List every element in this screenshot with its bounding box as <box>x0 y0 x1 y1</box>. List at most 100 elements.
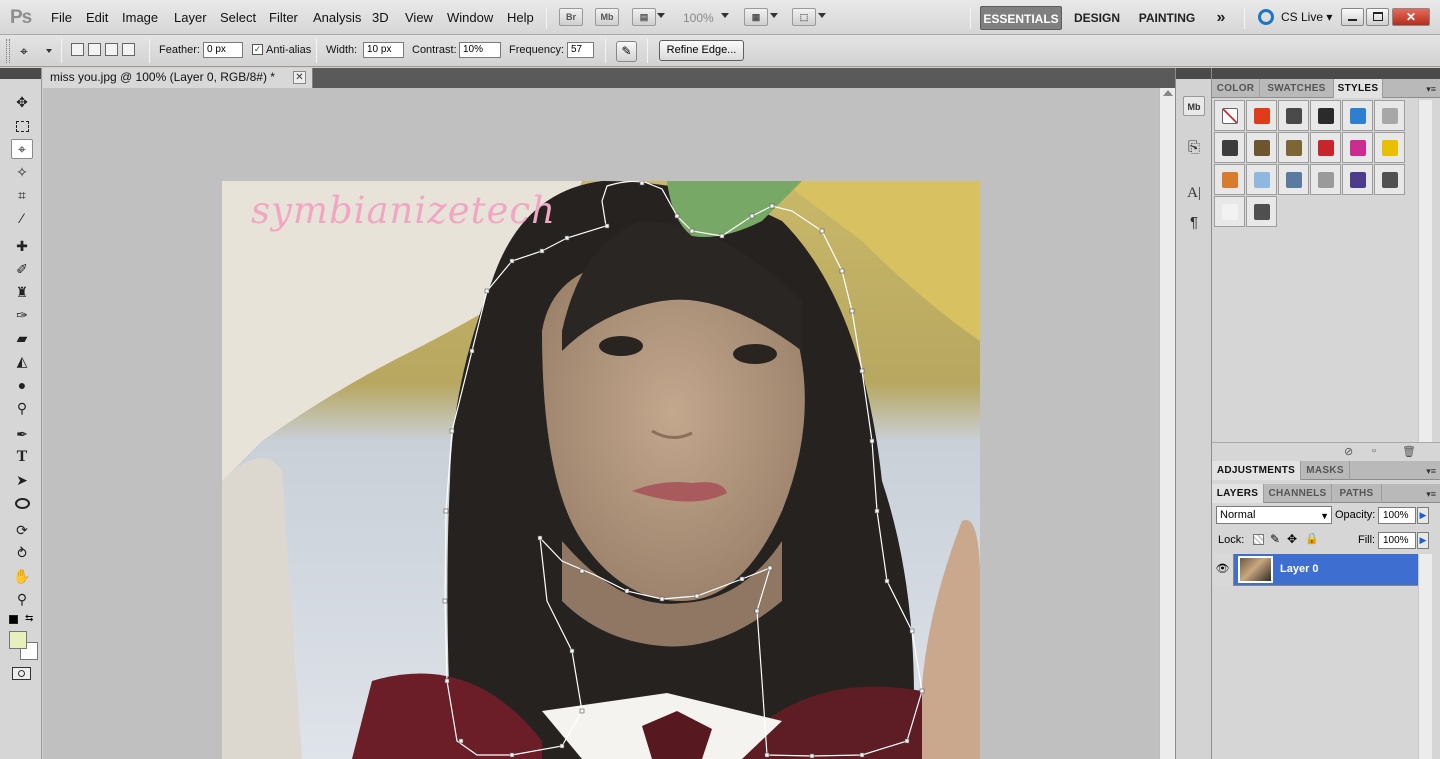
extras-icon[interactable]: ▤ <box>632 8 656 26</box>
image-canvas[interactable]: symbianizetech <box>222 181 980 759</box>
menu-file[interactable]: File <box>51 10 72 25</box>
vertical-scrollbar[interactable] <box>1159 88 1175 759</box>
history-brush-icon[interactable]: ✑ <box>11 305 33 325</box>
subtract-from-selection-icon[interactable] <box>105 43 118 56</box>
style-swatch[interactable] <box>1214 132 1245 163</box>
menu-window[interactable]: Window <box>447 10 493 25</box>
chevron-down-icon[interactable] <box>721 13 729 18</box>
restore-button[interactable] <box>1366 8 1389 26</box>
lock-transparency-icon[interactable] <box>1253 534 1264 545</box>
tab-adjustments[interactable]: ADJUSTMENTS <box>1212 461 1301 480</box>
options-grip[interactable] <box>6 39 10 63</box>
panel-menu-icon[interactable]: ▾≡ <box>1426 466 1436 477</box>
crop-icon[interactable]: ⌗ <box>11 185 33 205</box>
style-swatch[interactable] <box>1342 132 1373 163</box>
tab-color[interactable]: COLOR <box>1212 79 1260 98</box>
workspace-essentials[interactable]: ESSENTIALS <box>980 6 1062 30</box>
close-window-button[interactable]: ✕ <box>1392 8 1430 26</box>
style-swatch[interactable] <box>1278 100 1309 131</box>
visibility-eye-icon[interactable]: 👁 <box>1212 554 1234 586</box>
menu-view[interactable]: View <box>405 10 433 25</box>
style-swatch[interactable] <box>1214 196 1245 227</box>
style-swatch[interactable] <box>1278 132 1309 163</box>
style-swatch[interactable] <box>1310 164 1341 195</box>
dodge-icon[interactable]: ⚲ <box>11 398 33 418</box>
menu-layer[interactable]: Layer <box>174 10 207 25</box>
fill-input[interactable]: 100% <box>1378 532 1416 549</box>
close-document-icon[interactable]: ✕ <box>293 71 306 84</box>
move-tool-icon[interactable]: ✥ <box>11 92 33 112</box>
style-swatch[interactable] <box>1246 132 1277 163</box>
style-swatch[interactable] <box>1374 100 1405 131</box>
zoom-icon[interactable]: ⚲ <box>11 589 33 609</box>
eraser-icon[interactable]: ▰ <box>11 328 33 348</box>
style-swatch[interactable] <box>1310 100 1341 131</box>
panel-menu-icon[interactable]: ▾≡ <box>1426 84 1436 95</box>
opacity-slider-button[interactable]: ▶ <box>1417 507 1429 524</box>
mini-bridge-panel-icon[interactable]: Mb <box>1183 96 1205 116</box>
foreground-color-swatch[interactable] <box>9 631 27 649</box>
type-icon[interactable]: T <box>11 447 33 467</box>
paragraph-panel-icon[interactable]: ¶ <box>1183 213 1205 233</box>
menu-edit[interactable]: Edit <box>86 10 108 25</box>
style-swatch[interactable] <box>1374 132 1405 163</box>
workspace-painting[interactable]: PAINTING <box>1134 6 1200 30</box>
zoom-level[interactable]: 100% <box>683 11 714 25</box>
lock-pixels-icon[interactable]: ✎ <box>1270 532 1280 546</box>
arrange-documents-icon[interactable]: ▦ <box>744 8 768 26</box>
fill-slider-button[interactable]: ▶ <box>1417 532 1429 549</box>
scroll-up-icon[interactable] <box>1163 90 1173 96</box>
character-panel-icon[interactable]: A| <box>1183 183 1205 203</box>
menu-image[interactable]: Image <box>122 10 158 25</box>
feather-input[interactable]: 0 px <box>203 42 243 58</box>
styles-scrollbar[interactable] <box>1418 100 1432 442</box>
tablet-pressure-icon[interactable]: ✎ <box>616 41 637 62</box>
menu-select[interactable]: Select <box>220 10 256 25</box>
style-swatch[interactable] <box>1310 132 1341 163</box>
blend-mode-select[interactable]: Normal ▼ <box>1216 506 1332 524</box>
delete-style-icon[interactable]: 🗑 <box>1402 445 1416 458</box>
opacity-input[interactable]: 100% <box>1378 507 1416 524</box>
workspace-design[interactable]: DESIGN <box>1069 6 1125 30</box>
style-swatch[interactable] <box>1214 100 1245 131</box>
menu-filter[interactable]: Filter <box>269 10 298 25</box>
panels-header[interactable] <box>1212 68 1440 79</box>
style-swatch[interactable] <box>1342 164 1373 195</box>
3d-rotate-icon[interactable]: ⟳ <box>11 520 33 540</box>
bridge-button[interactable]: Br <box>559 8 583 26</box>
style-swatch[interactable] <box>1374 164 1405 195</box>
eyedropper-icon[interactable]: ⁄ <box>11 208 33 228</box>
rectangular-marquee-icon[interactable] <box>11 116 33 136</box>
tools-panel-header[interactable] <box>0 68 41 79</box>
screen-mode-icon[interactable]: ⬚ <box>792 8 816 26</box>
document-tab[interactable]: miss you.jpg @ 100% (Layer 0, RGB/8#) * … <box>43 68 313 88</box>
3d-orbit-icon[interactable]: ⥁ <box>11 543 33 563</box>
spot-healing-icon[interactable]: ✚ <box>11 236 33 256</box>
paint-bucket-icon[interactable]: ◭ <box>11 351 33 371</box>
quick-selection-icon[interactable]: ✧ <box>11 162 33 182</box>
frequency-input[interactable]: 57 <box>567 42 594 58</box>
layer-name[interactable]: Layer 0 <box>1280 563 1319 575</box>
menu-3d[interactable]: 3D <box>372 10 389 25</box>
mini-bridge-button[interactable]: Mb <box>595 8 619 26</box>
tab-paths[interactable]: PATHS <box>1332 484 1382 503</box>
panel-menu-icon[interactable]: ▾≡ <box>1426 489 1436 500</box>
style-swatch[interactable] <box>1342 100 1373 131</box>
layers-scrollbar[interactable] <box>1418 554 1432 759</box>
default-colors-icon[interactable] <box>9 615 18 624</box>
new-selection-icon[interactable] <box>71 43 84 56</box>
tab-swatches[interactable]: SWATCHES <box>1260 79 1334 98</box>
add-to-selection-icon[interactable] <box>88 43 101 56</box>
history-panel-icon[interactable]: ⎘ <box>1183 138 1205 158</box>
chevron-down-icon[interactable] <box>657 13 665 18</box>
menu-analysis[interactable]: Analysis <box>313 10 361 25</box>
clear-style-icon[interactable]: ⊘ <box>1344 445 1353 458</box>
anti-alias-checkbox[interactable]: ✓ <box>252 44 263 55</box>
chevron-down-icon[interactable] <box>46 49 52 53</box>
blur-icon[interactable]: ● <box>11 375 33 395</box>
more-workspaces-button[interactable]: » <box>1210 6 1232 30</box>
dock-header[interactable] <box>1176 68 1211 79</box>
menu-help[interactable]: Help <box>507 10 534 25</box>
swap-colors-icon[interactable]: ⇆ <box>25 613 33 624</box>
tab-channels[interactable]: CHANNELS <box>1264 484 1332 503</box>
